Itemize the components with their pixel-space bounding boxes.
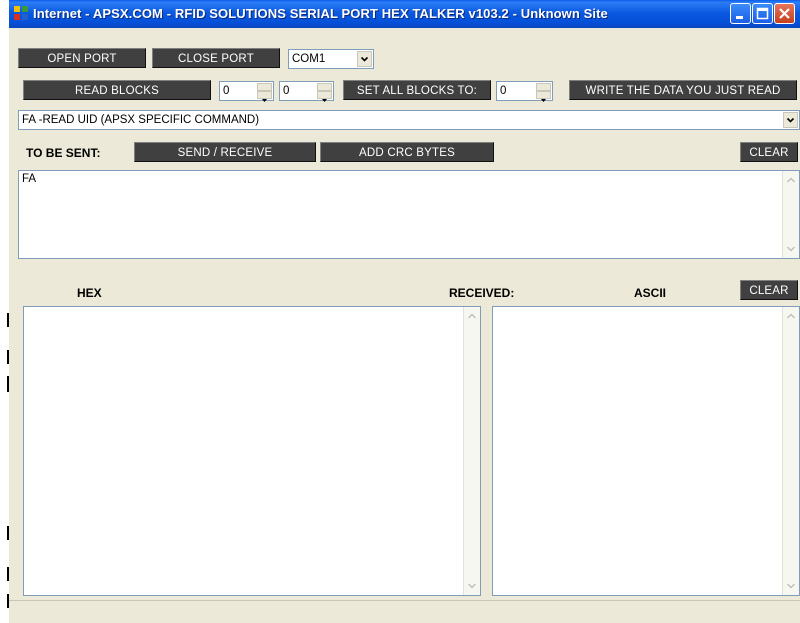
spinner-arrows-icon[interactable] <box>317 83 332 102</box>
send-textarea[interactable]: FA <box>18 170 800 259</box>
send-text: FA <box>22 173 37 185</box>
clear-send-button[interactable]: CLEAR <box>740 142 798 162</box>
ascii-label: ASCII <box>634 286 667 300</box>
ascii-scrollbar[interactable] <box>782 307 799 595</box>
app-icon <box>14 6 28 20</box>
command-select-value: FA -READ UID (APSX SPECIFIC COMMAND) <box>22 114 260 126</box>
set-all-value-spinner[interactable]: 0 <box>496 81 553 102</box>
block-to-value: 0 <box>283 85 290 97</box>
scroll-down-icon[interactable] <box>465 578 479 593</box>
chevron-down-icon[interactable] <box>357 51 372 67</box>
scroll-up-icon[interactable] <box>784 173 798 188</box>
hex-label: HEX <box>77 286 102 300</box>
close-port-button[interactable]: CLOSE PORT <box>152 48 280 68</box>
hex-scrollbar[interactable] <box>463 307 480 595</box>
hex-textarea[interactable] <box>23 306 481 596</box>
write-data-button[interactable]: WRITE THE DATA YOU JUST READ <box>569 80 797 100</box>
status-bar <box>9 600 800 623</box>
close-icon[interactable] <box>774 3 795 24</box>
send-receive-button[interactable]: SEND / RECEIVE <box>134 142 316 162</box>
app-window: Internet - APSX.COM - RFID SOLUTIONS SER… <box>9 0 800 623</box>
scroll-down-icon[interactable] <box>784 578 798 593</box>
scroll-up-icon[interactable] <box>465 309 479 324</box>
port-select-value: COM1 <box>292 53 326 65</box>
chevron-down-icon[interactable] <box>783 112 798 128</box>
scroll-down-icon[interactable] <box>784 241 798 256</box>
add-crc-button[interactable]: ADD CRC BYTES <box>320 142 494 162</box>
title-bar[interactable]: Internet - APSX.COM - RFID SOLUTIONS SER… <box>9 0 800 28</box>
to-be-sent-label: TO BE SENT: <box>26 146 101 160</box>
read-blocks-button[interactable]: READ BLOCKS <box>23 80 211 100</box>
block-from-spinner[interactable]: 0 <box>219 81 274 102</box>
set-all-value: 0 <box>500 85 507 97</box>
spinner-arrows-icon[interactable] <box>536 83 551 102</box>
command-select[interactable]: FA -READ UID (APSX SPECIFIC COMMAND) <box>18 110 800 130</box>
send-scrollbar[interactable] <box>782 171 799 258</box>
maximize-icon[interactable] <box>752 3 773 24</box>
clear-received-button[interactable]: CLEAR <box>740 280 798 300</box>
received-label: RECEIVED: <box>449 286 515 300</box>
scroll-up-icon[interactable] <box>784 309 798 324</box>
port-select[interactable]: COM1 <box>288 49 374 69</box>
block-to-spinner[interactable]: 0 <box>279 81 334 102</box>
block-from-value: 0 <box>223 85 230 97</box>
open-port-button[interactable]: OPEN PORT <box>18 48 146 68</box>
set-all-blocks-button[interactable]: SET ALL BLOCKS TO: <box>343 80 491 100</box>
ascii-textarea[interactable] <box>492 306 800 596</box>
spinner-arrows-icon[interactable] <box>257 83 272 102</box>
minimize-icon[interactable] <box>730 3 751 24</box>
window-title: Internet - APSX.COM - RFID SOLUTIONS SER… <box>33 6 608 21</box>
